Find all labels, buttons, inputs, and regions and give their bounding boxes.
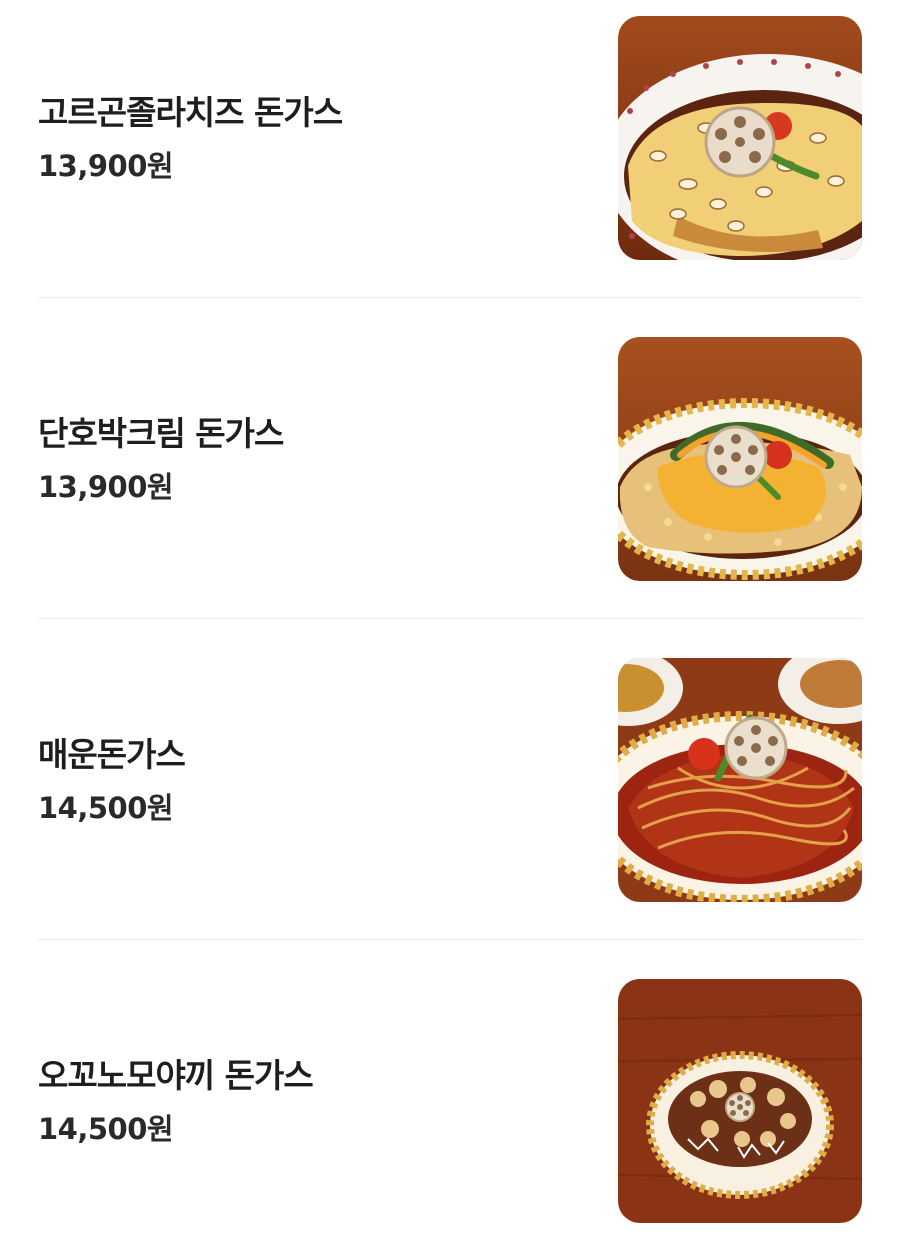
spicy-tonkatsu-photo[interactable] [618, 658, 862, 902]
pumpkin-cream-tonkatsu-photo[interactable] [618, 337, 862, 581]
divider [38, 939, 862, 940]
menu-item-price: 13,900원 [38, 149, 174, 183]
menu-item-spicy-tonkatsu[interactable]: 매운돈가스 14,500원 [38, 658, 862, 902]
menu-item-name: 매운돈가스 [38, 735, 186, 774]
menu-item-text: 오꼬노모야끼 돈가스 14,500원 [38, 1054, 314, 1148]
menu-item-name: 단호박크림 돈가스 [38, 414, 284, 453]
menu-item-text: 매운돈가스 14,500원 [38, 733, 186, 827]
menu-item-price: 13,900원 [38, 470, 174, 504]
menu-item-name: 고르곤졸라치즈 돈가스 [38, 93, 343, 132]
menu-item-price: 14,500원 [38, 1112, 174, 1146]
menu-item-text: 단호박크림 돈가스 13,900원 [38, 412, 284, 506]
menu-item-name: 오꼬노모야끼 돈가스 [38, 1056, 314, 1095]
gorgonzola-cheese-tonkatsu-photo[interactable] [618, 16, 862, 260]
menu-item-gorgonzola-cheese-tonkatsu[interactable]: 고르곤졸라치즈 돈가스 13,900원 [38, 16, 862, 260]
menu-list: 고르곤졸라치즈 돈가스 13,900원 단호박크림 돈가스 13,900원 매운… [0, 0, 900, 1248]
menu-item-text: 고르곤졸라치즈 돈가스 13,900원 [38, 91, 343, 185]
divider [38, 618, 862, 619]
menu-item-okonomiyaki-tonkatsu[interactable]: 오꼬노모야끼 돈가스 14,500원 [38, 979, 862, 1223]
okonomiyaki-tonkatsu-photo[interactable] [618, 979, 862, 1223]
menu-item-price: 14,500원 [38, 791, 174, 825]
divider [38, 297, 862, 298]
menu-item-pumpkin-cream-tonkatsu[interactable]: 단호박크림 돈가스 13,900원 [38, 337, 862, 581]
